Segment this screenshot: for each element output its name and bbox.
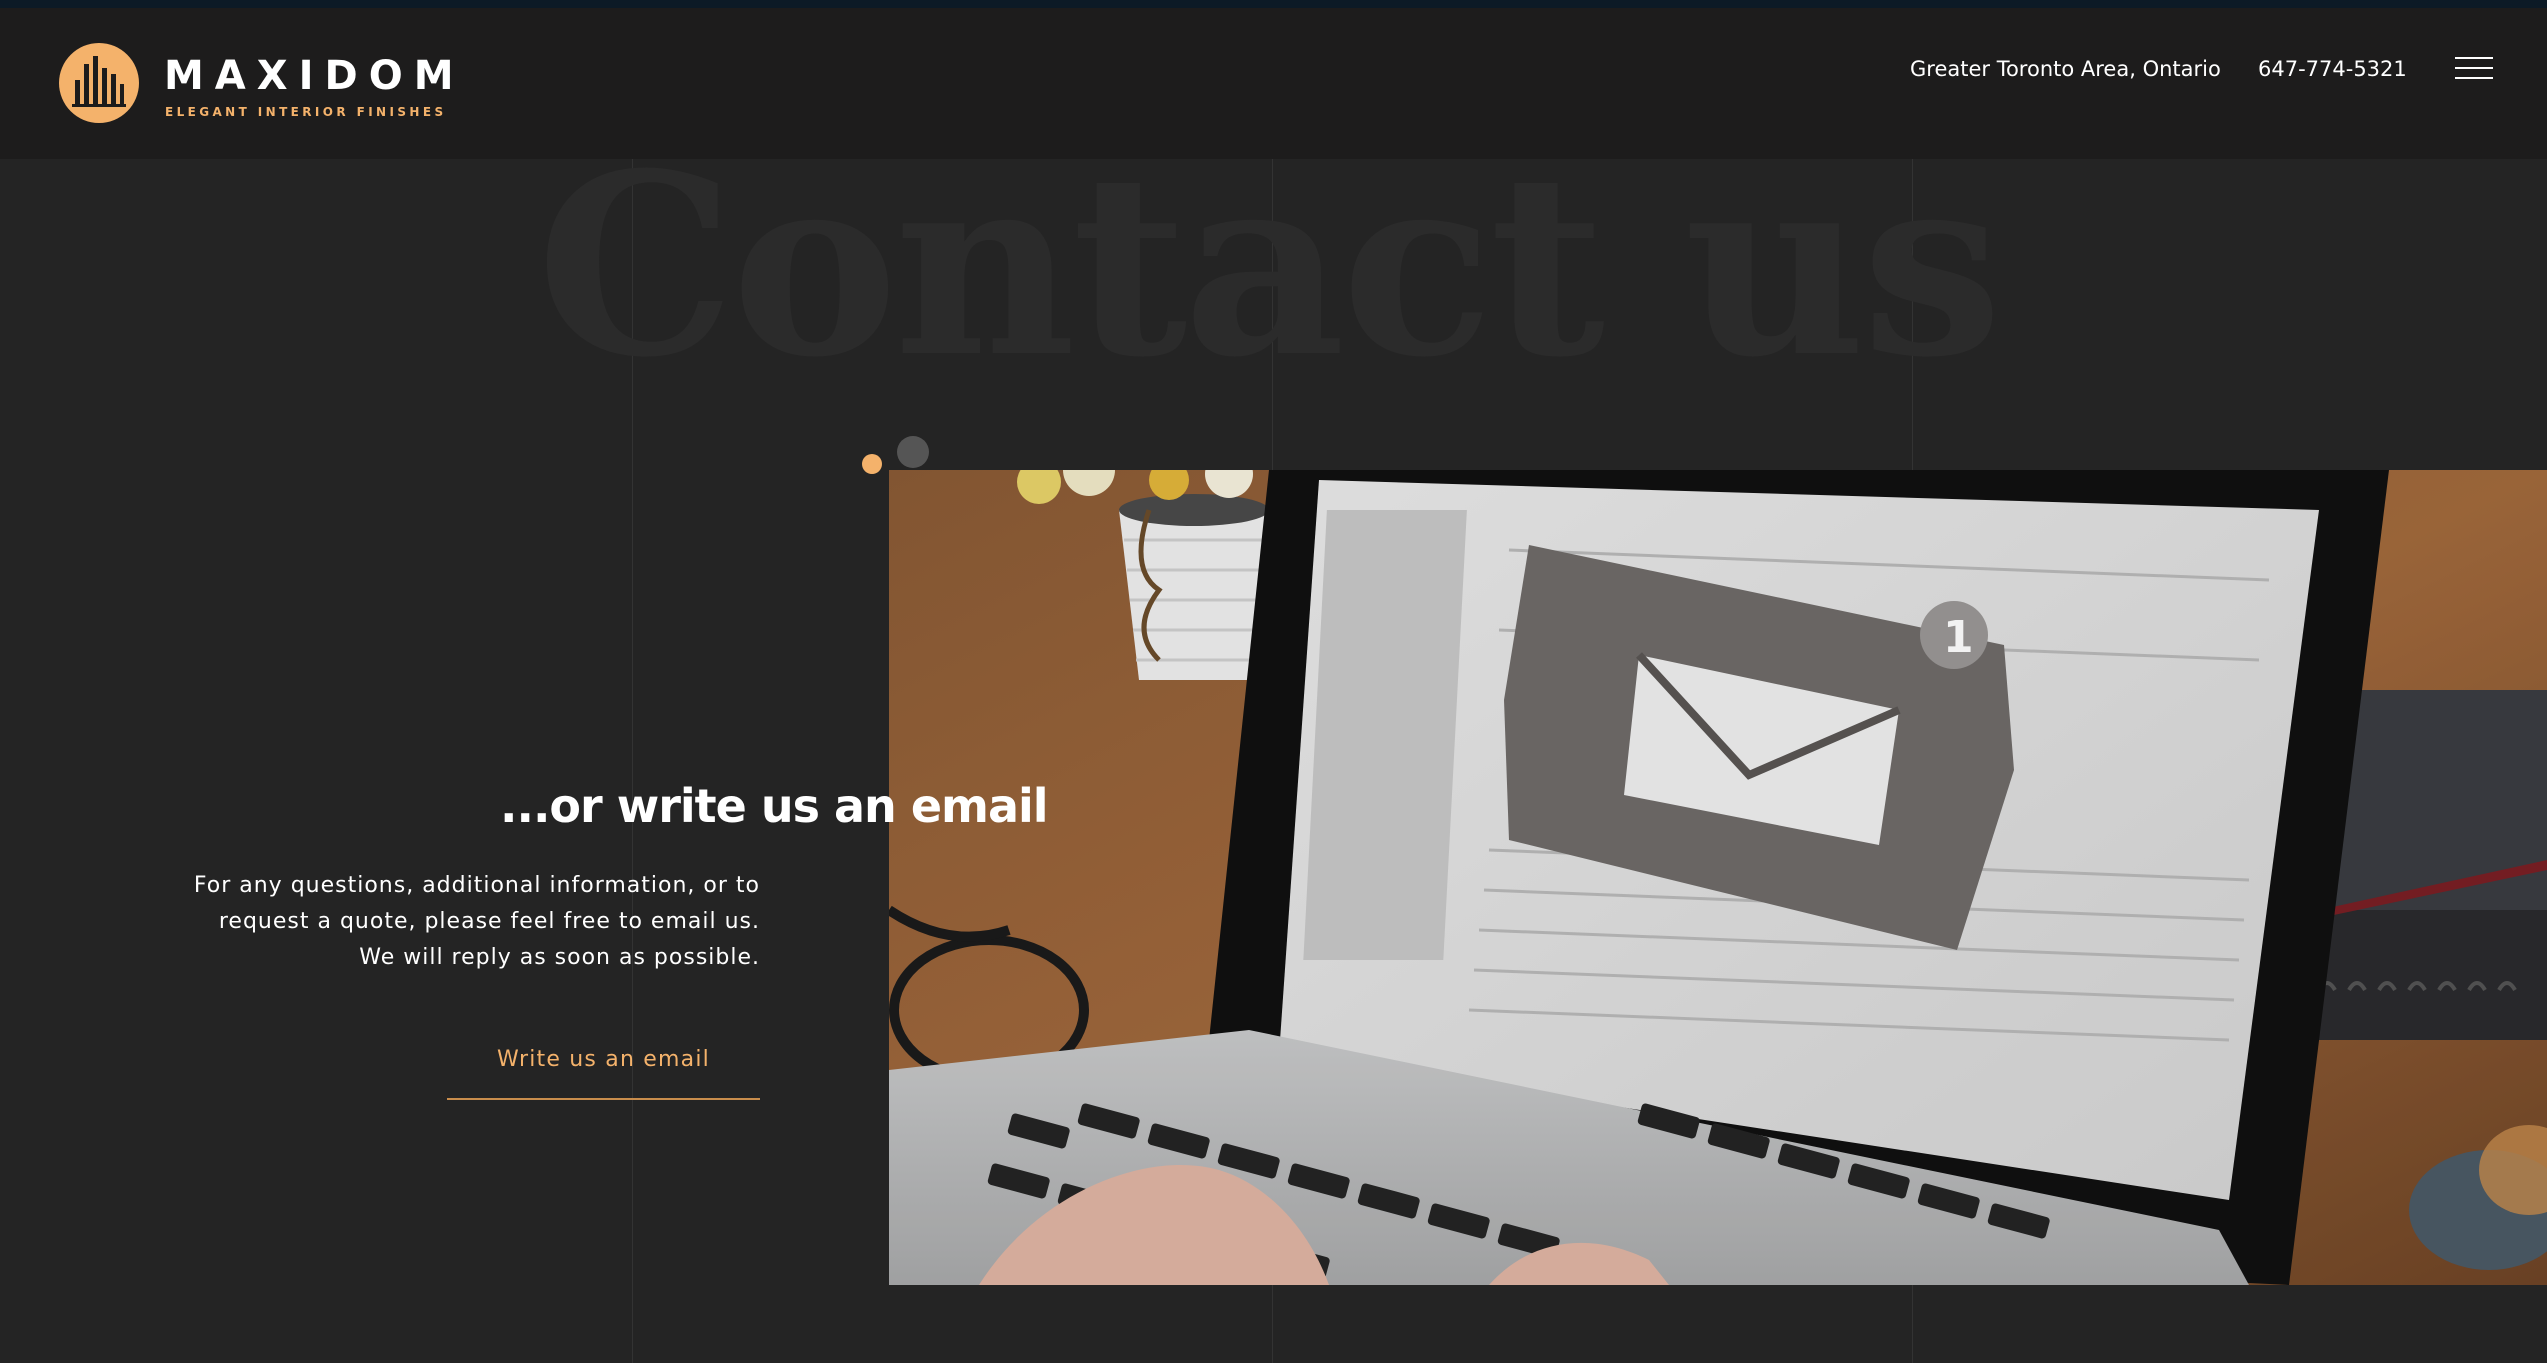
- site-header: MAXIDOM ELEGANT INTERIOR FINISHES Greate…: [0, 8, 2547, 159]
- logo-wordmark: MAXIDOM: [164, 53, 465, 99]
- description-line: For any questions, additional informatio…: [193, 873, 760, 898]
- hamburger-menu-icon[interactable]: [2455, 54, 2497, 82]
- header-location: Greater Toronto Area, Ontario: [1910, 57, 2221, 81]
- grid-divider: [632, 159, 633, 1363]
- email-section-title: ...or write us an email: [500, 779, 1049, 833]
- laptop-email-photo: 1: [889, 470, 2547, 1285]
- top-accent-strip: [0, 0, 2547, 8]
- bar-chart-circle-icon: [59, 43, 139, 123]
- description-line: request a quote, please feel free to ema…: [218, 909, 760, 934]
- page-heading-text: Contact us: [536, 118, 2002, 412]
- logo-tagline: ELEGANT INTERIOR FINISHES: [165, 105, 447, 119]
- laptop-email-illustration: 1: [889, 470, 2547, 1285]
- write-email-button[interactable]: Write us an email: [447, 1040, 760, 1100]
- slider-dot[interactable]: [897, 436, 929, 468]
- slider-dot-active[interactable]: [862, 454, 882, 474]
- email-section-description: For any questions, additional informatio…: [160, 868, 760, 976]
- site-logo[interactable]: MAXIDOM ELEGANT INTERIOR FINISHES: [58, 42, 498, 132]
- description-line: We will reply as soon as possible.: [359, 945, 760, 970]
- page-heading-background: Contact us: [0, 140, 2547, 390]
- header-phone-link[interactable]: 647-774-5321: [2258, 56, 2407, 82]
